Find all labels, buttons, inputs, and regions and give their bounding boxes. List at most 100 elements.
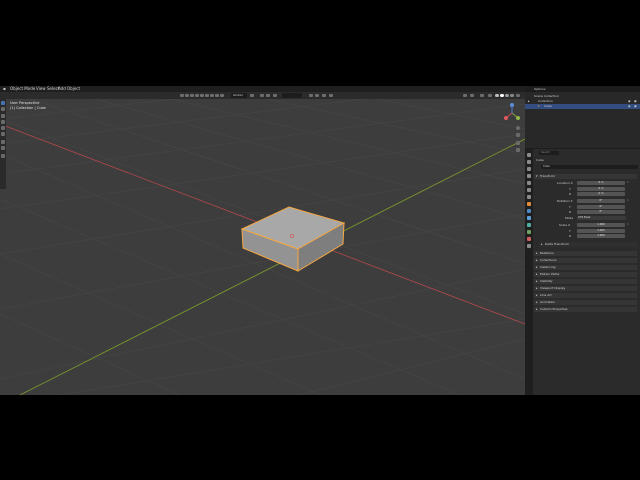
visibility-eye-icon[interactable]: ◉ — [628, 104, 631, 109]
3d-viewport[interactable]: User Perspective (1) Collection | Cube — [0, 99, 525, 395]
transform-orientation-dropdown[interactable]: Global — [231, 93, 247, 98]
proportional-edit-icon[interactable] — [273, 93, 277, 97]
modifier-tab-icon[interactable] — [527, 209, 531, 213]
scale-z-field[interactable]: 1.000 — [577, 234, 625, 238]
scale-x-field[interactable]: 1.000 — [577, 223, 625, 227]
add-cube-tool-icon[interactable] — [1, 154, 5, 158]
chevron-right-icon: ▸ — [536, 251, 538, 255]
rotation-y-field[interactable]: 0° — [577, 204, 625, 209]
collection-tab-icon[interactable] — [527, 195, 531, 199]
object-tab-icon[interactable] — [527, 202, 531, 206]
pivot-icon[interactable] — [185, 93, 189, 97]
proportional-icon[interactable] — [195, 93, 199, 97]
shading-solid-icon[interactable] — [500, 93, 504, 97]
navigation-gizmo[interactable] — [501, 102, 523, 124]
annotate-tool-icon[interactable] — [1, 140, 5, 144]
toggle-xray-icon[interactable] — [488, 93, 492, 97]
grid-icon[interactable] — [516, 148, 520, 152]
orientation-icon[interactable] — [180, 93, 184, 97]
snapping-icon[interactable] — [260, 93, 264, 97]
snap-target-icon[interactable] — [266, 93, 270, 97]
pivot-point-icon[interactable] — [250, 93, 254, 97]
panel-label: Transform — [540, 174, 555, 178]
camera-icon[interactable] — [516, 141, 520, 145]
rotate-tool-icon[interactable] — [1, 120, 5, 124]
properties-search[interactable]: Search — [539, 151, 559, 155]
delta-transform-header[interactable]: ▸ Delta Transform — [539, 242, 637, 247]
shading-rendered-icon[interactable] — [510, 93, 514, 97]
outliner-row-cube[interactable]: ▾ Cube ◉ ▣ — [525, 104, 640, 109]
snap-icon[interactable] — [190, 93, 194, 97]
viewport-display-panel-header[interactable]: ▸ Viewport Display — [534, 286, 637, 291]
measure-tool-icon[interactable] — [1, 146, 5, 150]
shading-options-icon[interactable] — [516, 93, 520, 97]
motion-paths-panel-header[interactable]: ▸ Motion Paths — [534, 272, 637, 277]
chevron-right-icon: ▸ — [536, 272, 538, 276]
material-tab-icon[interactable] — [527, 237, 531, 241]
visibility-icon[interactable] — [463, 93, 467, 97]
rotation-z-field[interactable]: 0° — [577, 210, 625, 214]
render-tab-icon[interactable] — [527, 160, 531, 164]
line-art-panel-header[interactable]: ▸ Line Art — [534, 293, 637, 298]
visibility-eye-icon[interactable]: ◉ — [628, 99, 631, 104]
select-subtract-icon[interactable] — [215, 93, 219, 97]
physics-tab-icon[interactable] — [527, 223, 531, 227]
location-x-field[interactable]: 0 m — [577, 181, 625, 185]
overlays-icon[interactable] — [480, 93, 484, 97]
visibility-panel-header[interactable]: ▸ Visibility — [534, 279, 637, 284]
outliner-row-scene-collection[interactable]: Scene Collection — [525, 94, 640, 99]
shading-wireframe-icon[interactable] — [495, 93, 499, 97]
camera-restrict-icon[interactable]: ▣ — [634, 104, 637, 109]
outliner-row-collection[interactable]: ▸ Collection ◉ ▣ — [525, 99, 640, 104]
output-tab-icon[interactable] — [527, 167, 531, 171]
select-box-icon[interactable] — [205, 93, 209, 97]
shading-material-icon[interactable] — [505, 93, 509, 97]
scale-tool-icon[interactable] — [1, 126, 5, 130]
lock-icon[interactable]: ▫ — [627, 181, 629, 185]
camera-restrict-icon[interactable]: ▣ — [634, 99, 637, 104]
scale-y-field[interactable]: 1.000 — [577, 228, 625, 233]
constraints-tab-icon[interactable] — [527, 230, 531, 234]
viewport-gizmos-icon[interactable] — [470, 93, 474, 97]
rotation-x-field[interactable]: 0° — [577, 199, 625, 203]
xray-icon[interactable] — [329, 93, 333, 97]
lock-icon[interactable]: ▫ — [627, 223, 629, 227]
falloff-icon[interactable] — [200, 93, 204, 97]
transform-panel-header[interactable]: ▾ Transform — [534, 174, 637, 179]
relations-panel-header[interactable]: ▸ Relations — [534, 251, 637, 256]
gizmo-icon[interactable] — [309, 93, 313, 97]
search-field[interactable] — [282, 93, 302, 98]
panel-label: Collections — [540, 258, 557, 262]
custom-properties-panel-header[interactable]: ▸ Custom Properties — [534, 307, 637, 312]
scene-tab-icon[interactable] — [527, 181, 531, 185]
pan-icon[interactable] — [516, 133, 520, 137]
lock-icon[interactable]: ▫ — [627, 199, 629, 203]
location-y-field[interactable]: 0 m — [577, 186, 625, 191]
texture-tab-icon[interactable] — [527, 244, 531, 248]
chevron-right-icon: ▸ — [536, 258, 538, 262]
rotation-mode-dropdown[interactable]: XYZ Euler — [577, 216, 626, 220]
select-extend-icon[interactable] — [210, 93, 214, 97]
tool-tab-icon[interactable] — [527, 153, 531, 157]
select-tool-icon[interactable] — [1, 101, 5, 105]
particles-tab-icon[interactable] — [527, 216, 531, 220]
move-tool-icon[interactable] — [1, 114, 5, 118]
cursor-tool-icon[interactable] — [1, 107, 5, 111]
collections-panel-header[interactable]: ▸ Collections — [534, 258, 637, 263]
select-invert-icon[interactable] — [220, 93, 224, 97]
zoom-icon[interactable] — [516, 126, 520, 130]
chevron-right-icon: ▸ — [536, 307, 538, 311]
properties-editor: Search Cube Cube ▾ Transform Location X … — [525, 149, 640, 395]
object-name-field[interactable]: Cube — [541, 165, 638, 169]
view-layer-tab-icon[interactable] — [527, 174, 531, 178]
panel-label: Motion Paths — [540, 272, 560, 276]
overlay-icon[interactable] — [315, 93, 319, 97]
transform-tool-icon[interactable] — [1, 132, 5, 136]
instancing-panel-header[interactable]: ▸ Instancing — [534, 265, 637, 270]
world-tab-icon[interactable] — [527, 188, 531, 192]
cube-object[interactable] — [0, 99, 525, 395]
tool-shelf — [0, 99, 6, 189]
animation-panel-header[interactable]: ▸ Animation — [534, 300, 637, 305]
filter-icon[interactable] — [322, 93, 326, 97]
location-z-field[interactable]: 0 m — [577, 192, 625, 196]
